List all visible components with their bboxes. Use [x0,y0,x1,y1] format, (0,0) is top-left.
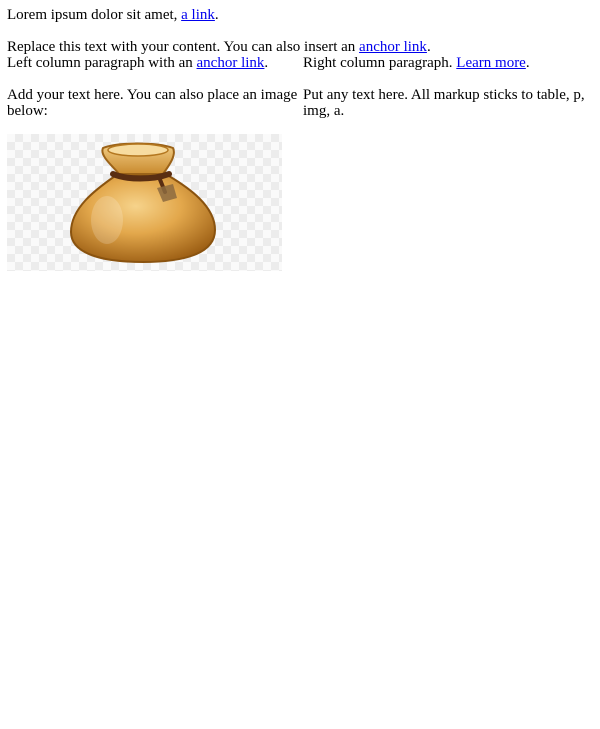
right-text-1: Right column paragraph. [303,55,457,71]
intro-period: . [214,7,219,23]
replace-paragraph: Replace this text with your content. You… [7,39,592,55]
intro-paragraph: Lorem ipsum dolor sit amet, a link. [7,7,592,23]
page: Lorem ipsum dolor sit amet, a link. Repl… [0,0,600,729]
right-column: Right column paragraph. Learn more. Put … [303,55,592,271]
money-bag-icon [69,142,217,264]
replace-anchor-link[interactable]: anchor link [359,39,427,55]
two-column-table: Left column paragraph with an anchor lin… [7,55,592,271]
replace-period: . [426,39,431,55]
right-period-1: . [525,55,530,71]
right-paragraph-1: Right column paragraph. Learn more. [303,55,592,71]
left-paragraph-1: Left column paragraph with an anchor lin… [7,55,303,71]
table-row: Left column paragraph with an anchor lin… [7,55,592,271]
left-paragraph-2: Add your text here. You can also place a… [7,87,298,119]
left-period-1: . [264,55,269,71]
left-column: Left column paragraph with an anchor lin… [7,55,303,271]
left-text-1: Left column paragraph with an [7,55,197,71]
intro-text: Lorem ipsum dolor sit amet, [7,7,182,23]
learn-more-link[interactable]: Learn more [456,55,526,71]
right-paragraph-2: Put any text here. All markup sticks to … [303,87,585,119]
money-bag-image [7,134,282,271]
intro-link[interactable]: a link [181,7,215,23]
left-anchor-link[interactable]: anchor link [197,55,265,71]
replace-text: Replace this text with your content. You… [7,39,360,55]
